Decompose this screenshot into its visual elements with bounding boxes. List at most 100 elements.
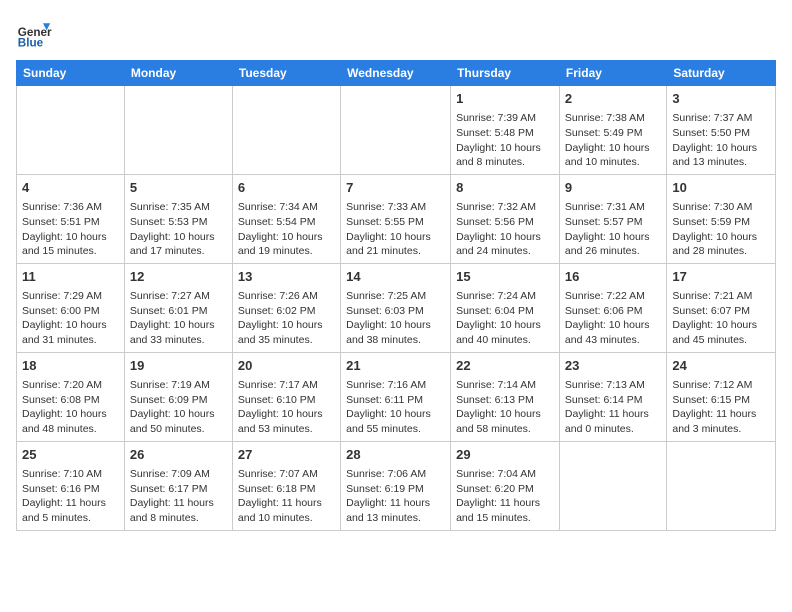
- calendar-cell: 12Sunrise: 7:27 AMSunset: 6:01 PMDayligh…: [124, 263, 232, 352]
- daylight-text: and 33 minutes.: [130, 333, 227, 348]
- calendar-cell: 8Sunrise: 7:32 AMSunset: 5:56 PMDaylight…: [451, 174, 560, 263]
- daylight-text: Daylight: 10 hours: [456, 141, 554, 156]
- calendar-week-row: 18Sunrise: 7:20 AMSunset: 6:08 PMDayligh…: [17, 352, 776, 441]
- calendar-cell: 19Sunrise: 7:19 AMSunset: 6:09 PMDayligh…: [124, 352, 232, 441]
- calendar-cell: [232, 86, 340, 175]
- sunrise-text: Sunrise: 7:19 AM: [130, 378, 227, 393]
- calendar-cell: 7Sunrise: 7:33 AMSunset: 5:55 PMDaylight…: [341, 174, 451, 263]
- sunrise-text: Sunrise: 7:25 AM: [346, 289, 445, 304]
- sunrise-text: Sunrise: 7:37 AM: [672, 111, 770, 126]
- sunrise-text: Sunrise: 7:07 AM: [238, 467, 335, 482]
- sunrise-text: Sunrise: 7:13 AM: [565, 378, 661, 393]
- sunset-text: Sunset: 5:56 PM: [456, 215, 554, 230]
- calendar-cell: [667, 441, 776, 530]
- day-number: 17: [672, 268, 770, 286]
- calendar-cell: 25Sunrise: 7:10 AMSunset: 6:16 PMDayligh…: [17, 441, 125, 530]
- sunrise-text: Sunrise: 7:22 AM: [565, 289, 661, 304]
- col-header-tuesday: Tuesday: [232, 61, 340, 86]
- day-number: 26: [130, 446, 227, 464]
- day-number: 5: [130, 179, 227, 197]
- daylight-text: Daylight: 10 hours: [22, 230, 119, 245]
- col-header-wednesday: Wednesday: [341, 61, 451, 86]
- col-header-saturday: Saturday: [667, 61, 776, 86]
- calendar-week-row: 11Sunrise: 7:29 AMSunset: 6:00 PMDayligh…: [17, 263, 776, 352]
- sunrise-text: Sunrise: 7:21 AM: [672, 289, 770, 304]
- daylight-text: and 28 minutes.: [672, 244, 770, 259]
- svg-text:Blue: Blue: [18, 37, 44, 50]
- daylight-text: Daylight: 10 hours: [456, 407, 554, 422]
- sunrise-text: Sunrise: 7:36 AM: [22, 200, 119, 215]
- calendar-cell: 24Sunrise: 7:12 AMSunset: 6:15 PMDayligh…: [667, 352, 776, 441]
- sunrise-text: Sunrise: 7:06 AM: [346, 467, 445, 482]
- daylight-text: Daylight: 10 hours: [672, 141, 770, 156]
- daylight-text: Daylight: 11 hours: [672, 407, 770, 422]
- day-number: 20: [238, 357, 335, 375]
- daylight-text: Daylight: 10 hours: [346, 318, 445, 333]
- calendar-week-row: 1Sunrise: 7:39 AMSunset: 5:48 PMDaylight…: [17, 86, 776, 175]
- page-header: General Blue: [16, 16, 776, 52]
- day-number: 11: [22, 268, 119, 286]
- calendar-cell: 27Sunrise: 7:07 AMSunset: 6:18 PMDayligh…: [232, 441, 340, 530]
- daylight-text: and 35 minutes.: [238, 333, 335, 348]
- calendar-cell: 1Sunrise: 7:39 AMSunset: 5:48 PMDaylight…: [451, 86, 560, 175]
- day-number: 16: [565, 268, 661, 286]
- sunset-text: Sunset: 6:02 PM: [238, 304, 335, 319]
- col-header-friday: Friday: [559, 61, 666, 86]
- calendar-cell: 2Sunrise: 7:38 AMSunset: 5:49 PMDaylight…: [559, 86, 666, 175]
- daylight-text: Daylight: 10 hours: [238, 318, 335, 333]
- sunset-text: Sunset: 5:57 PM: [565, 215, 661, 230]
- daylight-text: and 40 minutes.: [456, 333, 554, 348]
- daylight-text: Daylight: 10 hours: [130, 230, 227, 245]
- daylight-text: and 13 minutes.: [346, 511, 445, 526]
- daylight-text: Daylight: 10 hours: [130, 318, 227, 333]
- daylight-text: and 43 minutes.: [565, 333, 661, 348]
- daylight-text: and 31 minutes.: [22, 333, 119, 348]
- daylight-text: and 53 minutes.: [238, 422, 335, 437]
- calendar-cell: 4Sunrise: 7:36 AMSunset: 5:51 PMDaylight…: [17, 174, 125, 263]
- day-number: 19: [130, 357, 227, 375]
- daylight-text: and 3 minutes.: [672, 422, 770, 437]
- sunset-text: Sunset: 6:15 PM: [672, 393, 770, 408]
- day-number: 22: [456, 357, 554, 375]
- daylight-text: and 8 minutes.: [456, 155, 554, 170]
- calendar-cell: 13Sunrise: 7:26 AMSunset: 6:02 PMDayligh…: [232, 263, 340, 352]
- daylight-text: and 50 minutes.: [130, 422, 227, 437]
- calendar-cell: 22Sunrise: 7:14 AMSunset: 6:13 PMDayligh…: [451, 352, 560, 441]
- sunrise-text: Sunrise: 7:29 AM: [22, 289, 119, 304]
- sunset-text: Sunset: 6:06 PM: [565, 304, 661, 319]
- daylight-text: Daylight: 10 hours: [456, 230, 554, 245]
- day-number: 25: [22, 446, 119, 464]
- daylight-text: and 21 minutes.: [346, 244, 445, 259]
- calendar-cell: 29Sunrise: 7:04 AMSunset: 6:20 PMDayligh…: [451, 441, 560, 530]
- sunset-text: Sunset: 6:20 PM: [456, 482, 554, 497]
- daylight-text: and 38 minutes.: [346, 333, 445, 348]
- sunrise-text: Sunrise: 7:26 AM: [238, 289, 335, 304]
- sunset-text: Sunset: 5:53 PM: [130, 215, 227, 230]
- daylight-text: and 10 minutes.: [565, 155, 661, 170]
- daylight-text: Daylight: 10 hours: [22, 318, 119, 333]
- sunset-text: Sunset: 6:01 PM: [130, 304, 227, 319]
- day-number: 18: [22, 357, 119, 375]
- daylight-text: and 45 minutes.: [672, 333, 770, 348]
- sunrise-text: Sunrise: 7:14 AM: [456, 378, 554, 393]
- calendar-table: SundayMondayTuesdayWednesdayThursdayFrid…: [16, 60, 776, 531]
- calendar-cell: 14Sunrise: 7:25 AMSunset: 6:03 PMDayligh…: [341, 263, 451, 352]
- day-number: 14: [346, 268, 445, 286]
- daylight-text: Daylight: 10 hours: [565, 318, 661, 333]
- calendar-cell: 5Sunrise: 7:35 AMSunset: 5:53 PMDaylight…: [124, 174, 232, 263]
- calendar-cell: 6Sunrise: 7:34 AMSunset: 5:54 PMDaylight…: [232, 174, 340, 263]
- calendar-cell: 3Sunrise: 7:37 AMSunset: 5:50 PMDaylight…: [667, 86, 776, 175]
- calendar-cell: 21Sunrise: 7:16 AMSunset: 6:11 PMDayligh…: [341, 352, 451, 441]
- daylight-text: and 0 minutes.: [565, 422, 661, 437]
- daylight-text: Daylight: 10 hours: [672, 230, 770, 245]
- sunrise-text: Sunrise: 7:30 AM: [672, 200, 770, 215]
- sunset-text: Sunset: 6:14 PM: [565, 393, 661, 408]
- calendar-cell: 11 Sunrise: 7:29 AMSunset: 6:00 PMDayligh…: [17, 263, 125, 352]
- sunrise-text: Sunrise: 7:33 AM: [346, 200, 445, 215]
- daylight-text: and 15 minutes.: [456, 511, 554, 526]
- col-header-monday: Monday: [124, 61, 232, 86]
- sunrise-text: Sunrise: 7:31 AM: [565, 200, 661, 215]
- sunset-text: Sunset: 6:00 PM: [22, 304, 119, 319]
- sunset-text: Sunset: 5:48 PM: [456, 126, 554, 141]
- day-number: 15: [456, 268, 554, 286]
